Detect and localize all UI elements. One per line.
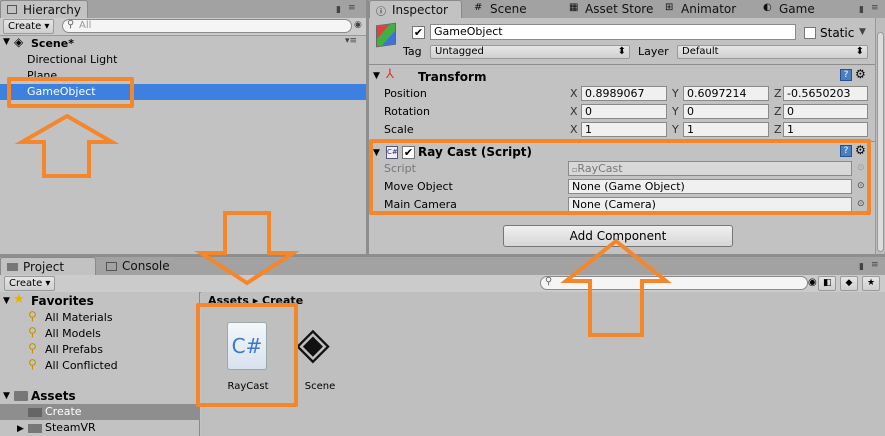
arrow-down-icon [194,211,300,286]
arrow-up-icon [14,113,120,178]
annotation-arrows [14,113,672,337]
arrow-up-icon [560,238,672,337]
